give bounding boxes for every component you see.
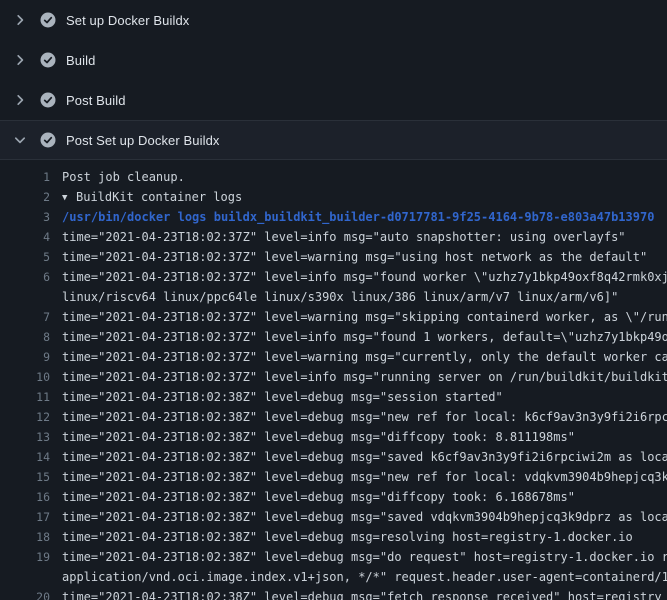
log-line-continuation: linux/riscv64 linux/ppc64le linux/s390x …: [0, 287, 667, 307]
step-label: Set up Docker Buildx: [66, 13, 189, 28]
log-line-7: 7 time="2021-04-23T18:02:37Z" level=warni…: [0, 307, 667, 327]
log-text: time="2021-04-23T18:02:38Z" level=debug …: [62, 447, 667, 467]
log-line-3: 3/usr/bin/docker logs buildx_buildkit_bu…: [0, 207, 667, 227]
log-text: time="2021-04-23T18:02:37Z" level=info m…: [62, 267, 667, 287]
log-text: time="2021-04-23T18:02:37Z" level=warnin…: [62, 347, 667, 367]
log-text: time="2021-04-23T18:02:37Z" level=warnin…: [62, 307, 667, 327]
step-header-build[interactable]: Build: [0, 40, 667, 80]
log-text: Post job cleanup.: [62, 167, 667, 187]
log-text: time="2021-04-23T18:02:38Z" level=debug …: [62, 587, 667, 600]
log-text: time="2021-04-23T18:02:37Z" level=info m…: [62, 327, 667, 347]
line-number[interactable]: 8: [0, 327, 50, 347]
log-line-11: 11 time="2021-04-23T18:02:38Z" level=debu…: [0, 387, 667, 407]
chevron-down-icon: [12, 132, 28, 148]
log-line-continuation: application/vnd.oci.image.index.v1+json,…: [0, 567, 667, 587]
log-line-17: 17 time="2021-04-23T18:02:38Z" level=debu…: [0, 507, 667, 527]
success-check-icon: [40, 52, 56, 68]
log-line-9: 9 time="2021-04-23T18:02:37Z" level=warni…: [0, 347, 667, 367]
line-number[interactable]: 4: [0, 227, 50, 247]
line-number[interactable]: 12: [0, 407, 50, 427]
log-text: time="2021-04-23T18:02:38Z" level=debug …: [62, 527, 667, 547]
log-text: time="2021-04-23T18:02:38Z" level=debug …: [62, 407, 667, 427]
chevron-right-icon: [12, 52, 28, 68]
log-text: application/vnd.oci.image.index.v1+json,…: [62, 567, 667, 587]
line-number[interactable]: 19: [0, 547, 50, 567]
log-lines: 1 Post job cleanup. 2 ▼BuildKit container l…: [0, 160, 667, 600]
log-text: time="2021-04-23T18:02:38Z" level=debug …: [62, 467, 667, 487]
log-text: time="2021-04-23T18:02:37Z" level=info m…: [62, 367, 667, 387]
step-list: Set up Docker Buildx Build Post Build Post …: [0, 0, 667, 160]
success-check-icon: [40, 12, 56, 28]
log-text: time="2021-04-23T18:02:37Z" level=warnin…: [62, 247, 667, 267]
group-toggle-icon[interactable]: ▼: [62, 188, 76, 207]
log-line-16: 16 time="2021-04-23T18:02:38Z" level=debu…: [0, 487, 667, 507]
line-number[interactable]: 7: [0, 307, 50, 327]
line-number[interactable]: 6: [0, 267, 50, 287]
line-number[interactable]: 18: [0, 527, 50, 547]
line-number[interactable]: 14: [0, 447, 50, 467]
log-text: linux/riscv64 linux/ppc64le linux/s390x …: [62, 287, 667, 307]
log-line-10: 10 time="2021-04-23T18:02:37Z" level=info…: [0, 367, 667, 387]
line-number[interactable]: 15: [0, 467, 50, 487]
log-line-14: 14 time="2021-04-23T18:02:38Z" level=debu…: [0, 447, 667, 467]
log-line-15: 15 time="2021-04-23T18:02:38Z" level=debu…: [0, 467, 667, 487]
line-number[interactable]: 16: [0, 487, 50, 507]
log-line-19: 19 time="2021-04-23T18:02:38Z" level=debu…: [0, 547, 667, 567]
chevron-right-icon: [12, 92, 28, 108]
log-line-12: 12 time="2021-04-23T18:02:38Z" level=debu…: [0, 407, 667, 427]
log-text: time="2021-04-23T18:02:38Z" level=debug …: [62, 507, 667, 527]
log-line-13: 13 time="2021-04-23T18:02:38Z" level=debu…: [0, 427, 667, 447]
line-number[interactable]: 11: [0, 387, 50, 407]
workflow-log-viewer: Set up Docker Buildx Build Post Build Post …: [0, 0, 667, 600]
log-group-header: ▼BuildKit container logs: [62, 187, 667, 207]
line-number[interactable]: 9: [0, 347, 50, 367]
line-number[interactable]: 20: [0, 587, 50, 600]
success-check-icon: [40, 132, 56, 148]
log-line-5: 5 time="2021-04-23T18:02:37Z" level=warni…: [0, 247, 667, 267]
group-label: BuildKit container logs: [76, 190, 242, 204]
log-line-2[interactable]: 2 ▼BuildKit container logs: [0, 187, 667, 207]
log-line-4: 4 time="2021-04-23T18:02:37Z" level=info …: [0, 227, 667, 247]
log-text: time="2021-04-23T18:02:37Z" level=info m…: [62, 227, 667, 247]
log-line-20: 20 time="2021-04-23T18:02:38Z" level=debu…: [0, 587, 667, 600]
line-number[interactable]: 5: [0, 247, 50, 267]
log-line-6: 6 time="2021-04-23T18:02:37Z" level=info …: [0, 267, 667, 287]
log-line-8: 8 time="2021-04-23T18:02:37Z" level=info …: [0, 327, 667, 347]
line-number[interactable]: 2: [0, 187, 50, 207]
success-check-icon: [40, 92, 56, 108]
line-number[interactable]: 10: [0, 367, 50, 387]
line-number[interactable]: 13: [0, 427, 50, 447]
log-text: time="2021-04-23T18:02:38Z" level=debug …: [62, 547, 667, 567]
step-label: Post Set up Docker Buildx: [66, 133, 220, 148]
line-number[interactable]: 17: [0, 507, 50, 527]
log-text: time="2021-04-23T18:02:38Z" level=debug …: [62, 427, 667, 447]
line-number[interactable]: 1: [0, 167, 50, 187]
log-line-1: 1 Post job cleanup.: [0, 167, 667, 187]
step-label: Post Build: [66, 93, 126, 108]
step-header-post-build[interactable]: Post Build: [0, 80, 667, 120]
step-header-post-set-up-docker-buildx[interactable]: Post Set up Docker Buildx: [0, 120, 667, 160]
chevron-right-icon: [12, 12, 28, 28]
log-command-text: /usr/bin/docker logs buildx_buildkit_bui…: [62, 207, 667, 227]
log-text: time="2021-04-23T18:02:38Z" level=debug …: [62, 487, 667, 507]
log-line-18: 18 time="2021-04-23T18:02:38Z" level=debu…: [0, 527, 667, 547]
step-header-set-up-docker-buildx[interactable]: Set up Docker Buildx: [0, 0, 667, 40]
step-label: Build: [66, 53, 95, 68]
log-text: time="2021-04-23T18:02:38Z" level=debug …: [62, 387, 667, 407]
line-number[interactable]: 3: [0, 207, 50, 227]
